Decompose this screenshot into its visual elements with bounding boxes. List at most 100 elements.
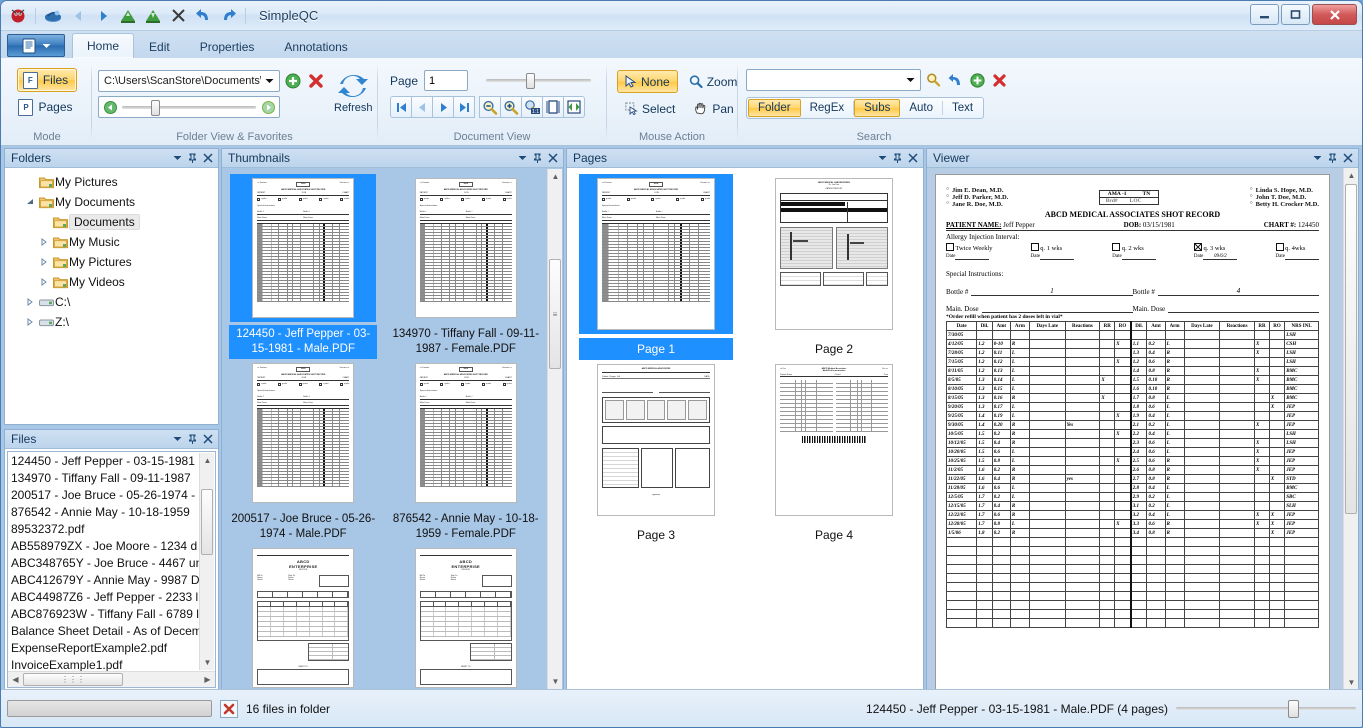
thumbnails-panel-menu-icon[interactable] xyxy=(515,151,530,166)
viewer-scroll-thumb[interactable] xyxy=(1345,184,1357,514)
mode-files-button[interactable]: F Files xyxy=(16,68,78,92)
interval-option[interactable]: q. 1 wks Date xyxy=(1030,243,1075,260)
thumbnail-item[interactable]: ••• Doctors AMA Doctors ••• ABCD MEDICAL AS… xyxy=(385,359,548,544)
viewer-panel-close-icon[interactable] xyxy=(1340,151,1355,166)
viewer-scroll-down-arrow-icon[interactable]: ▼ xyxy=(1344,675,1358,690)
scroll-right-arrow-icon[interactable]: ▶ xyxy=(200,672,215,687)
delete-x-icon[interactable] xyxy=(167,5,189,27)
scroll-up-arrow-icon[interactable]: ▲ xyxy=(200,453,215,467)
status-zoom-thumb[interactable] xyxy=(1287,700,1299,718)
scroll-left-arrow-icon[interactable]: ◀ xyxy=(8,672,23,687)
tree-expander-icon[interactable] xyxy=(37,278,51,286)
tree-expander-icon[interactable] xyxy=(23,198,37,206)
chevron-down-icon[interactable] xyxy=(261,72,277,90)
page-item[interactable]: ••• Drs ABCD Medical Associates Adult/Ped … xyxy=(745,360,923,546)
tab-annotations[interactable]: Annotations xyxy=(269,34,362,58)
scan-icon[interactable] xyxy=(42,5,64,27)
history-back-icon[interactable] xyxy=(102,98,118,116)
file-list-item[interactable]: ABC348765Y - Joe Bruce - 4467 un xyxy=(11,556,215,573)
tree-expander-icon[interactable] xyxy=(23,298,37,306)
add-favorite-button[interactable] xyxy=(283,71,303,91)
folder-path-combo[interactable]: C:\Users\ScanStore\Documents\D xyxy=(98,70,280,92)
import-icon[interactable] xyxy=(117,5,139,27)
cancel-operation-button[interactable] xyxy=(220,699,238,718)
folder-tree-item[interactable]: Z:\ xyxy=(9,312,218,332)
search-chevron-down-icon[interactable] xyxy=(902,71,918,89)
fit-width-button[interactable] xyxy=(563,96,585,118)
search-delete-button[interactable] xyxy=(989,70,1009,90)
status-zoom-slider[interactable] xyxy=(1176,700,1356,718)
mouse-zoom-button[interactable]: Zoom xyxy=(681,70,746,93)
search-toggle-regex[interactable]: RegEx xyxy=(801,99,854,117)
checkbox-unchecked-icon[interactable] xyxy=(1112,243,1121,251)
tab-edit[interactable]: Edit xyxy=(134,34,185,58)
viewer-panel-pin-icon[interactable] xyxy=(1325,151,1340,166)
search-add-button[interactable] xyxy=(967,70,987,90)
files-panel-close-icon[interactable] xyxy=(200,432,215,447)
folders-panel-pin-icon[interactable] xyxy=(185,151,200,166)
thumbnail-item[interactable]: ••• Doctors AMA Doctors ••• ABCD MEDICAL AS… xyxy=(385,174,548,359)
zoom-in-button[interactable] xyxy=(500,96,522,118)
last-page-button[interactable] xyxy=(453,96,475,118)
search-toggle-folder[interactable]: Folder xyxy=(748,99,801,117)
folder-tree-item[interactable]: My Music xyxy=(9,232,218,252)
search-toggle-auto[interactable]: Auto xyxy=(900,99,942,117)
folder-tree-item[interactable]: My Videos xyxy=(9,272,218,292)
redo-icon[interactable] xyxy=(217,5,239,27)
search-undo-button[interactable] xyxy=(945,70,965,90)
file-list-item[interactable]: ABC44987Z6 - Jeff Pepper - 2233 l xyxy=(11,590,215,607)
search-toggle-text[interactable]: Text xyxy=(943,99,982,117)
page-number-input[interactable]: 1 xyxy=(424,70,469,91)
actual-size-button[interactable]: 1:1 xyxy=(521,96,543,118)
viewer-panel-body[interactable]: ○ Jim E. Dean, M.D. ○ Jeff D. Parker, M.D. ○… xyxy=(927,168,1358,690)
maximize-button[interactable] xyxy=(1281,4,1310,25)
file-list-item[interactable]: InvoiceExample1.pdf xyxy=(11,658,215,671)
folder-tree-item[interactable]: Documents xyxy=(9,212,218,232)
pages-panel-menu-icon[interactable] xyxy=(875,151,890,166)
remove-favorite-button[interactable] xyxy=(306,71,326,91)
page-item[interactable]: ABCD MEDICAL LABORATORIES Dr. Joe Doe PATI… xyxy=(745,174,923,360)
mouse-select-button[interactable]: Select xyxy=(617,97,683,120)
thumbnails-vertical-scrollbar[interactable]: ▲ ≡ ▼ xyxy=(547,169,562,689)
files-horizontal-scrollbar[interactable]: ◀ ⋮⋮⋮ ▶ xyxy=(8,671,215,687)
file-list-item[interactable]: Balance Sheet Detail - As of Decem xyxy=(11,624,215,641)
fit-page-button[interactable] xyxy=(542,96,564,118)
checkbox-checked-icon[interactable] xyxy=(1193,243,1202,251)
thumbnail-item[interactable]: ABCD ENTERPRISE INVOICE Bill To Name Street Sh… xyxy=(385,544,548,690)
folder-tree-item[interactable]: My Pictures xyxy=(9,252,218,272)
mouse-none-button[interactable]: None xyxy=(617,70,678,93)
viewer-panel-menu-icon[interactable] xyxy=(1310,151,1325,166)
thumb-scroll-up-arrow-icon[interactable]: ▲ xyxy=(548,169,563,183)
application-menu-button[interactable] xyxy=(7,34,65,57)
thumbnail-item[interactable]: ••• Doctors AMA Doctors ••• ABCD MEDICAL AS… xyxy=(222,174,385,359)
status-zoom-track[interactable] xyxy=(1176,700,1356,718)
pages-panel-pin-icon[interactable] xyxy=(890,151,905,166)
mouse-pan-button[interactable]: Pan xyxy=(686,97,741,120)
file-list-item[interactable]: 124450 - Jeff Pepper - 03-15-1981 xyxy=(11,454,215,471)
folder-tree-item[interactable]: My Documents xyxy=(9,192,218,212)
folders-panel-menu-icon[interactable] xyxy=(170,151,185,166)
interval-option[interactable]: q. 3 wks Date 09/6/2 xyxy=(1193,243,1238,260)
pages-panel-close-icon[interactable] xyxy=(905,151,920,166)
file-list-item[interactable]: 134970 - Tiffany Fall - 09-11-1987 xyxy=(11,471,215,488)
file-list-item[interactable]: 200517 - Joe Bruce - 05-26-1974 - xyxy=(11,488,215,505)
mode-pages-button[interactable]: P Pages xyxy=(12,95,81,119)
files-scroll-thumb[interactable] xyxy=(201,489,213,555)
files-hscroll-thumb[interactable]: ⋮⋮⋮ xyxy=(23,673,123,686)
file-list-item[interactable]: ABC876923W - Tiffany Fall - 6789 l xyxy=(11,607,215,624)
refresh-button[interactable]: Refresh xyxy=(334,70,373,114)
file-list-item[interactable]: AB558979ZX - Joe Moore - 1234 d xyxy=(11,539,215,556)
first-page-button[interactable] xyxy=(390,96,412,118)
tree-expander-icon[interactable] xyxy=(23,318,37,326)
checkbox-unchecked-icon[interactable] xyxy=(946,243,954,251)
interval-option[interactable]: q. 2 wks Date xyxy=(1112,243,1156,260)
tree-expander-icon[interactable] xyxy=(37,238,51,246)
tab-properties[interactable]: Properties xyxy=(185,34,270,58)
previous-page-button[interactable] xyxy=(411,96,433,118)
file-list-item[interactable]: 89532372.pdf xyxy=(11,522,215,539)
folders-panel-close-icon[interactable] xyxy=(200,151,215,166)
folder-tree-item[interactable]: C:\ xyxy=(9,292,218,312)
files-panel-menu-icon[interactable] xyxy=(170,432,185,447)
slider-track[interactable] xyxy=(122,99,256,116)
tab-home[interactable]: Home xyxy=(72,33,135,58)
